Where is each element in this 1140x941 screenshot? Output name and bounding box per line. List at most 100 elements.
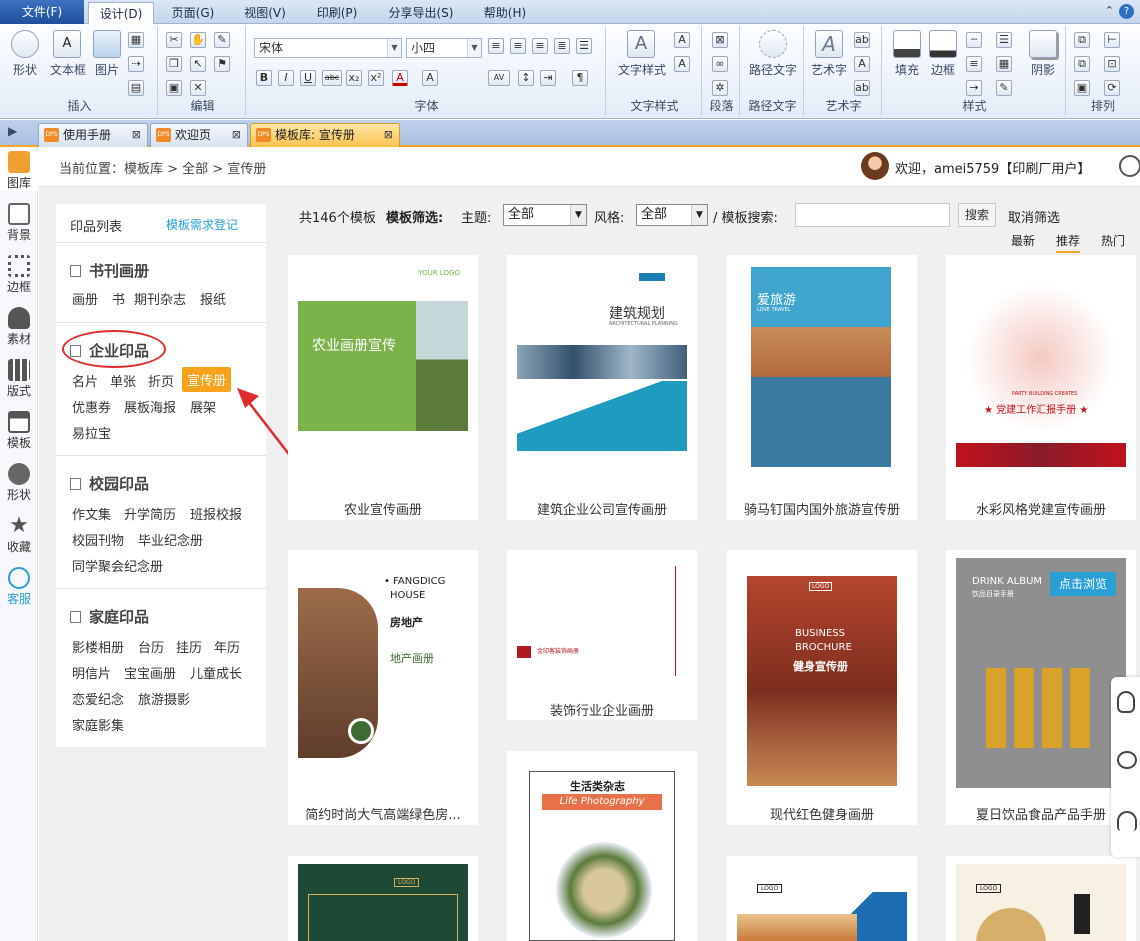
menu-tab-page[interactable]: 页面(G) [160, 2, 226, 24]
search-button[interactable]: 搜索 [958, 203, 996, 227]
category-link[interactable]: 升学简历 [124, 504, 176, 523]
align-center-icon[interactable]: ≡ [510, 38, 526, 54]
template-card[interactable]: LOGO [946, 856, 1136, 941]
tool-gallery[interactable]: 图库 [0, 151, 38, 191]
sort-hot[interactable]: 热门 [1101, 232, 1125, 249]
chat-icon[interactable] [1119, 155, 1140, 177]
text-effect-button[interactable]: A [422, 70, 438, 86]
category-link[interactable]: 宝宝画册 [124, 663, 176, 682]
tool-background[interactable]: 背景 [0, 203, 38, 243]
indent-icon[interactable]: ⇥ [540, 70, 556, 86]
browse-button[interactable]: 点击浏览 [1050, 572, 1116, 596]
pointer-icon[interactable]: ↖ [190, 56, 206, 72]
path-text-button[interactable]: 路径文字 [746, 30, 800, 78]
chat-icon[interactable] [1117, 751, 1137, 769]
category-link[interactable]: 台历 [138, 637, 164, 656]
style-select[interactable]: 全部 ▼ [636, 204, 708, 226]
tool-shape[interactable]: 形状 [0, 463, 38, 503]
category-link[interactable]: 展架 [190, 397, 216, 416]
help-icon[interactable]: ? [1119, 4, 1134, 19]
art-abc-icon[interactable]: ab [854, 32, 870, 48]
font-name-select[interactable]: 宋体 ▼ [254, 38, 402, 58]
tool-service[interactable]: 客服 [0, 567, 38, 607]
template-card[interactable]: PARTY BUILDING CREATES ★ 党建工作汇报手册 ★ 水彩风格… [946, 255, 1136, 520]
category-link[interactable]: 优惠券 [72, 397, 111, 416]
category-link[interactable]: 书 [112, 289, 125, 308]
arrow-style-icon[interactable]: → [966, 80, 982, 96]
shadow-button[interactable]: 阴影 [1026, 30, 1060, 78]
align-right-icon[interactable]: ≡ [532, 38, 548, 54]
rotate-icon[interactable]: ⟳ [1104, 80, 1120, 96]
art-shape-icon[interactable]: A [854, 56, 870, 72]
menu-tab-file[interactable]: 文件(F) [0, 0, 84, 24]
text-style-button[interactable]: A 文字样式 [618, 30, 666, 78]
template-request-link[interactable]: 模板需求登记 [166, 216, 238, 233]
group-objects-icon[interactable]: ▣ [1074, 80, 1090, 96]
menu-tab-view[interactable]: 视图(V) [232, 2, 298, 24]
category-link[interactable]: 期刊杂志 [134, 289, 186, 308]
collapse-ribbon-icon[interactable]: ⌃ [1105, 4, 1114, 17]
bring-front-icon[interactable]: ⧉ [1074, 32, 1090, 48]
bold-button[interactable]: B [256, 70, 272, 86]
paragraph-settings-icon[interactable]: ¶ [572, 70, 588, 86]
art-text-button[interactable]: A 艺术字 [810, 30, 848, 78]
template-card[interactable]: • FANGDICG HOUSE 房地产 地产画册 简约时尚大气高端绿色房... [288, 550, 478, 825]
category-link[interactable]: 儿童成长 [190, 663, 242, 682]
paste-icon[interactable]: ▣ [166, 80, 182, 96]
tab-template-library[interactable]: DPS 模板库: 宣传册 ⊠ [250, 123, 400, 147]
category-link[interactable]: 明信片 [72, 663, 111, 682]
category-link[interactable]: 旅游摄影 [138, 689, 190, 708]
category-link[interactable]: 报纸 [200, 289, 226, 308]
tab-user-manual[interactable]: DPS 使用手册 ⊠ [38, 123, 148, 147]
subscript-button[interactable]: x₂ [346, 70, 362, 86]
table-icon[interactable]: ▦ [128, 32, 144, 48]
fill-button[interactable]: 填充 [890, 30, 924, 78]
connector-icon[interactable]: ⇢ [128, 56, 144, 72]
shape-button[interactable]: 形状 [8, 30, 42, 78]
delete-icon[interactable]: ✕ [190, 80, 206, 96]
category-link[interactable]: 同学聚会纪念册 [72, 556, 163, 575]
tab-welcome[interactable]: DPS 欢迎页 ⊠ [150, 123, 248, 147]
clear-filter-link[interactable]: 取消筛选 [1008, 207, 1060, 226]
font-large-icon[interactable]: A [674, 32, 690, 48]
align-icon[interactable]: ⊢ [1104, 32, 1120, 48]
tool-favorites[interactable]: ★ 收藏 [0, 515, 38, 555]
tool-border[interactable]: 边框 [0, 255, 38, 295]
template-card[interactable]: DRINK ALBUM 饮品目录手册 点击浏览 夏日饮品食品产品手册 [946, 550, 1136, 825]
link-icon[interactable]: ∞ [712, 56, 728, 72]
category-link-selected[interactable]: 宣传册 [182, 367, 232, 392]
art-rotate-icon[interactable]: ab [854, 80, 870, 96]
template-card[interactable]: LOGO [288, 856, 478, 941]
category-link[interactable]: 折页 [148, 371, 174, 390]
close-icon[interactable]: ⊠ [384, 124, 393, 146]
headset-icon[interactable] [1117, 811, 1137, 831]
sort-recommended[interactable]: 推荐 [1056, 232, 1081, 253]
category-link[interactable]: 年历 [214, 637, 240, 656]
tab-scroll-icon[interactable]: ▶ [8, 124, 17, 138]
font-small-icon[interactable]: A [674, 56, 690, 72]
category-link[interactable]: 校园刊物 [72, 530, 124, 549]
textbox-button[interactable]: A 文本框 [50, 30, 86, 78]
theme-select[interactable]: 全部 ▼ [503, 204, 587, 226]
copy-icon[interactable]: ❐ [166, 56, 182, 72]
font-size-select[interactable]: 小四 ▼ [406, 38, 482, 58]
category-link[interactable]: 单张 [110, 371, 136, 390]
format-painter-icon[interactable]: ⚑ [214, 56, 230, 72]
font-color-button[interactable]: A [392, 70, 408, 86]
close-icon[interactable]: ⊠ [132, 124, 141, 146]
line-spacing-icon[interactable]: ↕ [518, 70, 534, 86]
strikethrough-button[interactable]: abc [322, 70, 342, 86]
pattern-icon[interactable]: ▦ [996, 56, 1012, 72]
menu-tab-print[interactable]: 印刷(P) [304, 2, 370, 24]
search-input[interactable] [795, 203, 950, 227]
qq-icon[interactable] [1117, 691, 1135, 713]
char-spacing-icon[interactable]: AV [488, 70, 510, 86]
pen-icon[interactable]: ✎ [996, 80, 1012, 96]
unlink-icon[interactable]: ✲ [712, 80, 728, 96]
image-button[interactable]: 图片 [90, 30, 124, 78]
border-button[interactable]: 边框 [926, 30, 960, 78]
superscript-button[interactable]: x² [368, 70, 384, 86]
italic-button[interactable]: I [278, 70, 294, 86]
send-back-icon[interactable]: ⧉ [1074, 56, 1090, 72]
cut-icon[interactable]: ✂ [166, 32, 182, 48]
